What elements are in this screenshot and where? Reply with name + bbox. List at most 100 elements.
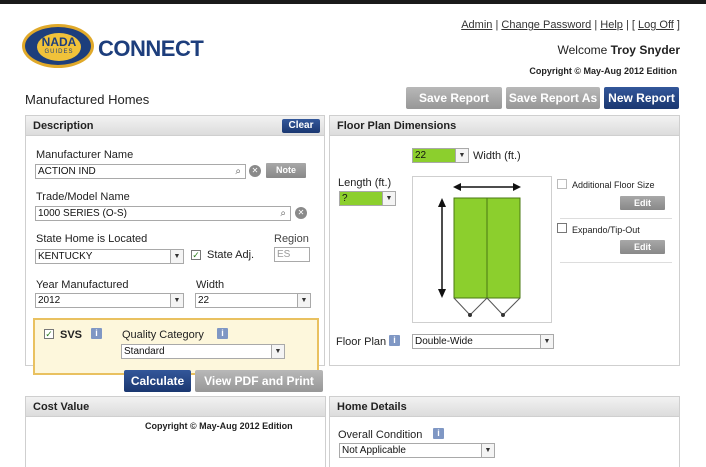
svs-label: SVS [60, 329, 83, 341]
trade-input[interactable]: 1000 SERIES (O-S) ⌕ [35, 206, 291, 221]
header-copyright: Copyright © May-Aug 2012 Edition [529, 66, 677, 76]
additional-floor-checkbox[interactable] [557, 179, 567, 189]
logo-nada-text: NADA [41, 35, 77, 49]
condition-select[interactable]: Not Applicable ▼ [339, 443, 495, 458]
home-section-right [486, 197, 521, 299]
length-arrow-top-head [438, 198, 446, 207]
home-details-header: Home Details [330, 397, 679, 417]
floor-plan-select[interactable]: Double-Wide ▼ [412, 334, 554, 349]
hitch-line [469, 297, 488, 316]
state-adj-checkbox[interactable]: ✓ [191, 250, 201, 260]
state-label: State Home is Located [36, 233, 148, 245]
divider [560, 262, 672, 263]
trade-value: 1000 SERIES (O-S) [38, 208, 127, 219]
quality-select[interactable]: Standard ▼ [121, 344, 285, 359]
cost-value-copyright: Copyright © May-Aug 2012 Edition [145, 421, 293, 431]
width-value: 22 [198, 295, 210, 306]
condition-label: Overall Condition [338, 429, 423, 441]
state-select[interactable]: KENTUCKY ▼ [35, 249, 184, 264]
hitch-line [486, 297, 504, 316]
view-pdf-button[interactable]: View PDF and Print [195, 370, 323, 392]
state-value: KENTUCKY [38, 251, 93, 262]
floor-length-select[interactable]: ? ▼ [339, 191, 396, 206]
header-links: Admin | Change Password | Help | [ Log O… [461, 19, 680, 31]
floor-width-label: Width (ft.) [473, 150, 521, 162]
floor-plan-panel: Floor Plan Dimensions 22 ▼ Width (ft.) L… [329, 115, 680, 366]
info-icon[interactable]: i [91, 328, 102, 339]
logo-guides-text: GUIDES [44, 49, 74, 55]
width-label: Width [196, 279, 225, 291]
svs-checkbox[interactable]: ✓ [44, 329, 54, 339]
logoff-link[interactable]: Log Off [638, 19, 674, 31]
new-report-button[interactable]: New Report [604, 87, 679, 109]
region-label: Region [274, 233, 309, 245]
user-name: Troy Snyder [610, 43, 680, 57]
chevron-down-icon: ▼ [481, 444, 494, 457]
region-field: ES [274, 247, 310, 262]
expando-checkbox[interactable] [557, 223, 567, 233]
hitch-point [468, 313, 472, 317]
state-adj-label: State Adj. [207, 249, 255, 261]
save-report-as-button[interactable]: Save Report As [506, 87, 600, 109]
note-button[interactable]: Note [266, 163, 306, 178]
description-title: Description [33, 120, 94, 132]
manufacturer-input[interactable]: ACTION IND ⌕ [35, 164, 246, 179]
floor-plan-diagram [412, 176, 552, 323]
description-panel: Description Clear Manufacturer Name ACTI… [25, 115, 325, 375]
expando-edit-button[interactable]: Edit [620, 240, 665, 254]
cost-value-header: Cost Value [26, 397, 325, 417]
chevron-down-icon: ▼ [297, 294, 310, 307]
save-report-button[interactable]: Save Report [406, 87, 502, 109]
year-select[interactable]: 2012 ▼ [35, 293, 184, 308]
home-details-panel: Home Details Overall Condition i Not App… [329, 396, 680, 467]
clear-manufacturer-icon[interactable]: ✕ [249, 165, 261, 177]
floor-width-value: 22 [415, 150, 427, 161]
nada-logo: NADA GUIDES [22, 24, 94, 68]
floor-width-select[interactable]: 22 ▼ [412, 148, 469, 163]
change-password-link[interactable]: Change Password [501, 19, 591, 31]
info-icon[interactable]: i [217, 328, 228, 339]
floor-plan-value: Double-Wide [415, 336, 473, 347]
floor-length-value: ? [342, 193, 348, 204]
year-label: Year Manufactured [36, 279, 129, 291]
width-arrow-left-head [453, 183, 461, 191]
page-title: Manufactured Homes [25, 92, 150, 107]
admin-link[interactable]: Admin [461, 19, 492, 31]
clear-trade-icon[interactable]: ✕ [295, 207, 307, 219]
additional-floor-label: Additional Floor Size [572, 180, 655, 190]
search-icon[interactable]: ⌕ [235, 165, 241, 178]
clear-button[interactable]: Clear [282, 119, 320, 133]
manufacturer-label: Manufacturer Name [36, 149, 134, 161]
floor-length-label: Length (ft.) [338, 177, 392, 189]
calculate-button[interactable]: Calculate [124, 370, 191, 392]
hitch-line [453, 297, 471, 316]
top-bar [0, 0, 706, 4]
search-icon[interactable]: ⌕ [280, 207, 286, 220]
year-value: 2012 [38, 295, 61, 306]
info-icon[interactable]: i [433, 428, 444, 439]
welcome-prefix: Welcome [557, 43, 608, 57]
additional-floor-edit-button[interactable]: Edit [620, 196, 665, 210]
info-icon[interactable]: i [389, 335, 400, 346]
quality-value: Standard [124, 346, 165, 357]
quality-label: Quality Category [122, 329, 204, 341]
chevron-down-icon: ▼ [170, 294, 183, 307]
trade-label: Trade/Model Name [36, 191, 130, 203]
double-wide-diagram [438, 183, 521, 317]
length-arrow-bottom-head [438, 289, 446, 298]
hitch-point [501, 313, 505, 317]
help-link[interactable]: Help [600, 19, 623, 31]
divider [560, 218, 672, 219]
floor-plan-header: Floor Plan Dimensions [330, 116, 679, 136]
description-header: Description [26, 116, 324, 136]
condition-value: Not Applicable [342, 445, 406, 456]
chevron-down-icon: ▼ [455, 149, 468, 162]
home-details-title: Home Details [337, 401, 407, 413]
expando-label: Expando/Tip-Out [572, 225, 640, 235]
chevron-down-icon: ▼ [540, 335, 553, 348]
welcome-message: Welcome Troy Snyder [558, 43, 681, 57]
width-select[interactable]: 22 ▼ [195, 293, 311, 308]
logo-connect-text: CONNECT [98, 36, 204, 61]
manufacturer-value: ACTION IND [38, 166, 96, 177]
floor-plan-title: Floor Plan Dimensions [337, 120, 457, 132]
